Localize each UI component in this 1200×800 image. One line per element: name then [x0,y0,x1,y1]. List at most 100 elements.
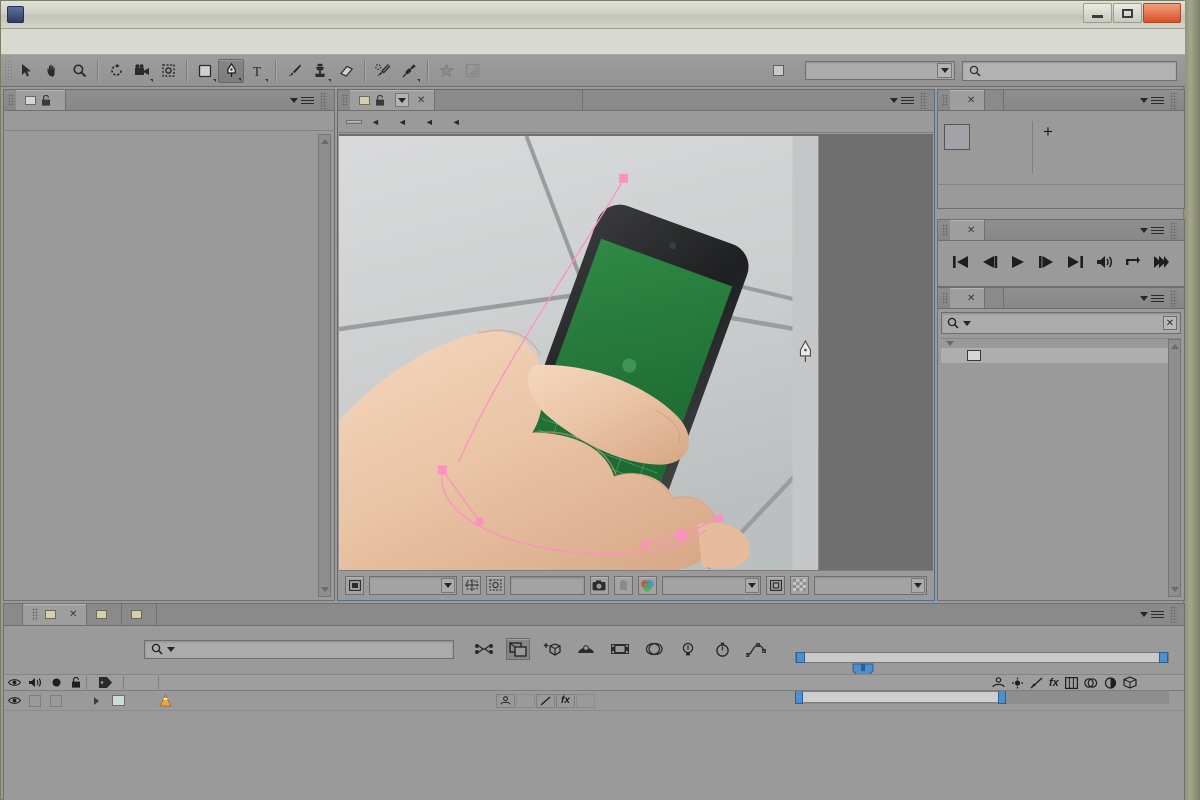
scroll-up-icon[interactable] [1169,340,1180,353]
next-frame-button[interactable] [1035,250,1059,274]
zoom-tool-button[interactable] [66,59,92,83]
tab-comp-00024[interactable]: ✕ [23,604,88,625]
timeline-panel-menu-button[interactable] [1140,604,1184,625]
toolbar-grip[interactable] [4,59,14,82]
toggle-mask-paths-button[interactable] [486,575,506,595]
comp-panel-drag-handle[interactable] [920,91,927,109]
info-panel-menu-button[interactable] [1140,90,1184,110]
tab-zeich[interactable] [985,288,1005,308]
menu-effekte[interactable] [89,39,109,45]
camera-view-select[interactable] [814,575,928,595]
graph-editor-button[interactable] [744,638,768,660]
effects-search-row[interactable]: ✕ [941,312,1181,334]
preview-panel-grip[interactable] [942,224,948,236]
effect-controls-scrollbar[interactable] [318,134,331,597]
scroll-down-icon[interactable] [319,583,330,596]
menu-bearbeiten[interactable] [29,39,49,45]
close-icon[interactable]: ✕ [967,225,975,236]
first-frame-button[interactable] [948,250,972,274]
hand-tool-button[interactable] [40,59,66,83]
panel-drag-handle[interactable] [320,91,327,109]
preview-panel-drag-handle[interactable] [1170,221,1177,239]
show-channel-button[interactable] [637,575,657,595]
comp-mini-flowchart-button[interactable] [472,638,496,660]
tab-layer-none[interactable] [435,90,584,110]
camera-tool-button[interactable] [129,59,155,83]
menu-komposition[interactable] [49,39,69,45]
breadcrumb-item-0[interactable] [346,119,362,124]
auto-keyframe-button[interactable] [710,638,734,660]
layer-twirl[interactable] [86,691,106,710]
transparency-grid-button[interactable] [790,575,810,595]
eff-panel-menu-button[interactable] [1140,288,1184,308]
help-search-input[interactable] [962,60,1177,81]
search-dropdown-icon[interactable] [167,646,175,652]
workspace-select[interactable] [805,61,955,80]
comp-panel-menu-button[interactable] [890,90,934,110]
search-dropdown-icon[interactable] [963,320,971,326]
panel-grip[interactable] [8,94,14,106]
timeline-panel-drag-handle[interactable] [1170,606,1177,623]
work-area-start-handle[interactable] [796,652,805,663]
current-time-field[interactable] [510,575,585,595]
menu-datei[interactable] [9,39,29,45]
shy-layers-button[interactable] [642,638,666,660]
show-snapshot-button[interactable] [613,575,633,595]
always-preview-this-view-button[interactable] [345,575,365,595]
eff-panel-grip[interactable] [942,292,948,304]
tab-effects-presets[interactable]: ✕ [950,288,986,308]
parent-switch[interactable] [496,693,515,708]
draft-switch[interactable] [536,693,555,708]
pen-tool-button[interactable] [218,58,244,83]
shape-tool-button[interactable] [192,59,218,83]
viewer-canvas[interactable] [339,134,933,570]
roto-brush-tool-button[interactable] [370,59,396,83]
tab-grip[interactable] [32,608,38,621]
menu-ebene[interactable] [69,39,89,45]
tab-composition-00024[interactable]: ✕ [350,90,436,110]
frame-blend-button[interactable] [608,638,632,660]
audio-toggle[interactable] [24,691,46,710]
zoom-select[interactable] [369,575,458,595]
close-icon[interactable]: ✕ [417,95,425,106]
label-color-swatch[interactable] [106,691,130,710]
star-tool-button[interactable] [433,59,459,83]
eff-panel-drag-handle[interactable] [1170,289,1177,307]
tab-effect-controls[interactable] [16,90,66,110]
close-icon[interactable]: ✕ [967,293,975,304]
close-icon[interactable]: ✕ [967,95,975,106]
visibility-toggle[interactable] [4,691,24,710]
puppet-pin-tool-button[interactable] [396,59,422,83]
work-area-bar[interactable] [795,652,1169,663]
effects-list-scrollbar[interactable] [1168,339,1181,597]
tab-renderliste[interactable] [4,604,23,625]
lock-toggle[interactable] [66,691,86,710]
previous-frame-button[interactable] [977,250,1001,274]
ram-preview-button[interactable] [1150,250,1174,274]
composition-viewer[interactable] [339,134,933,570]
effects-search-input[interactable] [975,317,1159,329]
comp-panel-grip[interactable] [342,94,348,106]
tab-audio[interactable] [985,90,1005,110]
audio-toggle-button[interactable] [1092,250,1116,274]
resolution-select[interactable] [661,575,762,595]
effects-category-keying[interactable] [941,339,1181,348]
scroll-up-icon[interactable] [319,135,330,148]
motion-blur-button[interactable] [574,638,598,660]
tab-comp-interface-stretched[interactable] [122,604,158,625]
menu-ansicht[interactable] [129,39,149,45]
frame-blend-switch[interactable] [576,693,595,708]
eraser-tool-button[interactable] [333,59,359,83]
fx-switch[interactable]: fx [556,693,575,708]
brainstorm-button[interactable] [676,638,700,660]
effect-item-keylight[interactable] [941,348,1181,363]
tab-preview[interactable]: ✕ [950,220,986,240]
last-frame-button[interactable] [1063,250,1087,274]
loop-toggle-button[interactable] [1121,250,1145,274]
text-tool-button[interactable]: T [244,59,270,83]
info-panel-grip[interactable] [942,94,948,106]
scroll-down-icon[interactable] [1169,583,1180,596]
take-snapshot-button[interactable] [589,575,609,595]
menu-animation[interactable] [109,39,129,45]
work-area-end-handle[interactable] [1159,652,1168,663]
